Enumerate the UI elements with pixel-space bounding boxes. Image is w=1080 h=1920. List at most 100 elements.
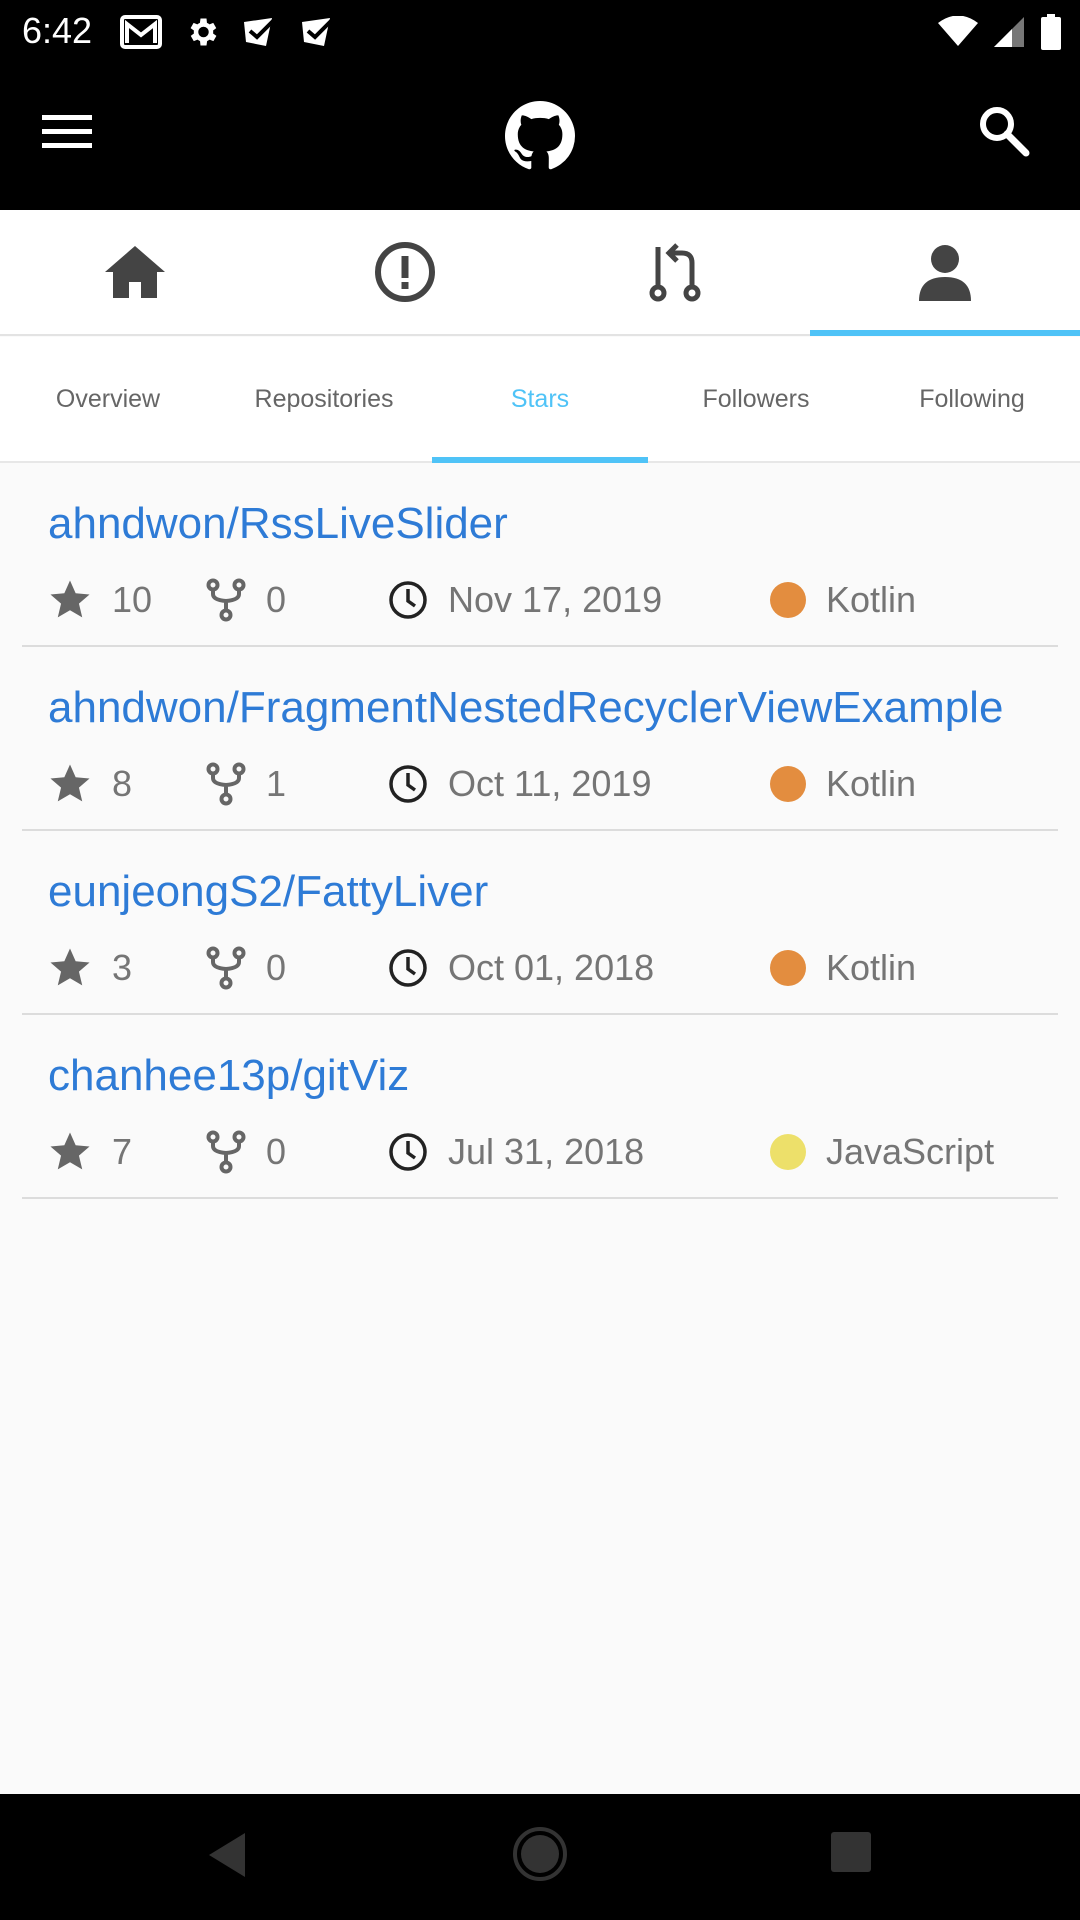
status-bar: 6:42 [0,0,1080,63]
star-count: 10 [112,579,153,620]
app-bar [0,63,1080,210]
updated-date: Oct 11, 2019 [448,763,652,804]
pull-request-icon [649,243,701,302]
status-notification-icons [120,12,336,52]
star-icon [50,580,90,618]
signal-icon [994,17,1024,47]
language-name: Kotlin [826,763,917,804]
repo-stars: 8 [48,759,132,809]
star-count: 7 [112,1131,133,1172]
repo-forks: 0 [206,943,286,993]
nav-home[interactable] [0,210,270,334]
repo-language: Kotlin [770,943,916,993]
list-item[interactable]: eunjeongS2/FattyLiver 3 0 Oct 01, 2018 K… [22,831,1058,1015]
repo-forks: 1 [206,759,286,809]
status-time: 6:42 [22,10,93,51]
clock-icon [389,949,427,987]
fork-icon [206,946,246,990]
github-logo [505,101,575,171]
fork-count: 0 [266,1131,287,1172]
updated-date: Oct 01, 2018 [448,947,655,988]
list-item[interactable]: chanhee13p/gitViz 7 0 Jul 31, 2018 JavaS… [22,1015,1058,1199]
repo-meta: 7 0 Jul 31, 2018 JavaScript [48,1127,1058,1177]
tab-stars[interactable]: Stars [432,337,648,463]
language-color-dot [770,582,806,618]
repo-stars: 10 [48,575,152,625]
tab-followers[interactable]: Followers [648,337,864,461]
repo-forks: 0 [206,575,286,625]
clock-icon [389,581,427,619]
language-color-dot [770,766,806,802]
tab-following[interactable]: Following [864,337,1080,461]
repo-updated: Jul 31, 2018 [388,1127,644,1177]
recents-icon [831,1832,871,1872]
repo-updated: Oct 11, 2019 [388,759,651,809]
language-name: Kotlin [826,579,917,620]
repo-language: Kotlin [770,575,916,625]
home-button[interactable] [512,1826,568,1887]
issues-icon [375,242,435,302]
repo-forks: 0 [206,1127,286,1177]
repo-name-link[interactable]: ahndwon/FragmentNestedRecyclerViewExampl… [48,683,1003,733]
repo-meta: 10 0 Nov 17, 2019 Kotlin [48,575,1058,625]
list-item[interactable]: ahndwon/RssLiveSlider 10 0 Nov 17, 2019 … [22,463,1058,647]
repo-name-link[interactable]: eunjeongS2/FattyLiver [48,867,488,917]
star-count: 8 [112,763,133,804]
repo-updated: Oct 01, 2018 [388,943,654,993]
language-color-dot [770,950,806,986]
fork-icon [206,1130,246,1174]
list-item[interactable]: ahndwon/FragmentNestedRecyclerViewExampl… [22,647,1058,831]
battery-icon [1041,14,1061,50]
repo-language: Kotlin [770,759,916,809]
repo-name-link[interactable]: chanhee13p/gitViz [48,1051,409,1101]
language-name: Kotlin [826,947,917,988]
profile-tabs: Overview Repositories Stars Followers Fo… [0,337,1080,463]
main-nav [0,210,1080,336]
fork-count: 0 [266,947,287,988]
back-icon [209,1833,245,1877]
back-button[interactable] [205,1830,249,1885]
nav-profile[interactable] [810,210,1080,336]
fork-icon [206,578,246,622]
star-icon [50,764,90,802]
repo-name-link[interactable]: ahndwon/RssLiveSlider [48,499,508,549]
search-button[interactable] [976,103,1040,167]
menu-icon [42,115,92,148]
clock-icon [389,1133,427,1171]
settings-icon [190,18,217,46]
repo-meta: 8 1 Oct 11, 2019 Kotlin [48,759,1058,809]
fork-count: 1 [266,763,287,804]
repo-language: JavaScript [770,1127,994,1177]
recents-button[interactable] [830,1830,872,1879]
language-color-dot [770,1134,806,1170]
system-navigation-bar [0,1794,1080,1920]
repo-meta: 3 0 Oct 01, 2018 Kotlin [48,943,1058,993]
starred-repo-list: ahndwon/RssLiveSlider 10 0 Nov 17, 2019 … [22,463,1058,1199]
status-system-icons [938,10,1062,54]
wifi-icon [938,16,978,46]
checkbox-icon [302,17,335,46]
checkbox-icon [244,17,277,46]
repo-stars: 3 [48,943,132,993]
home-circle-icon [513,1827,567,1881]
gmail-icon [120,15,162,49]
clock-icon [389,765,427,803]
updated-date: Jul 31, 2018 [448,1131,645,1172]
repo-stars: 7 [48,1127,132,1177]
language-name: JavaScript [826,1131,995,1172]
fork-count: 0 [266,579,287,620]
nav-issues[interactable] [270,210,540,334]
fork-icon [206,762,246,806]
github-logo-icon [505,101,575,170]
home-icon [105,246,165,298]
repo-updated: Nov 17, 2019 [388,575,662,625]
nav-pull-requests[interactable] [540,210,810,334]
star-icon [50,1132,90,1170]
tab-overview[interactable]: Overview [0,337,216,461]
star-count: 3 [112,947,133,988]
profile-icon [919,245,971,301]
menu-button[interactable] [40,111,104,163]
tab-repositories[interactable]: Repositories [216,337,432,461]
search-icon [980,107,1030,157]
updated-date: Nov 17, 2019 [448,579,663,620]
